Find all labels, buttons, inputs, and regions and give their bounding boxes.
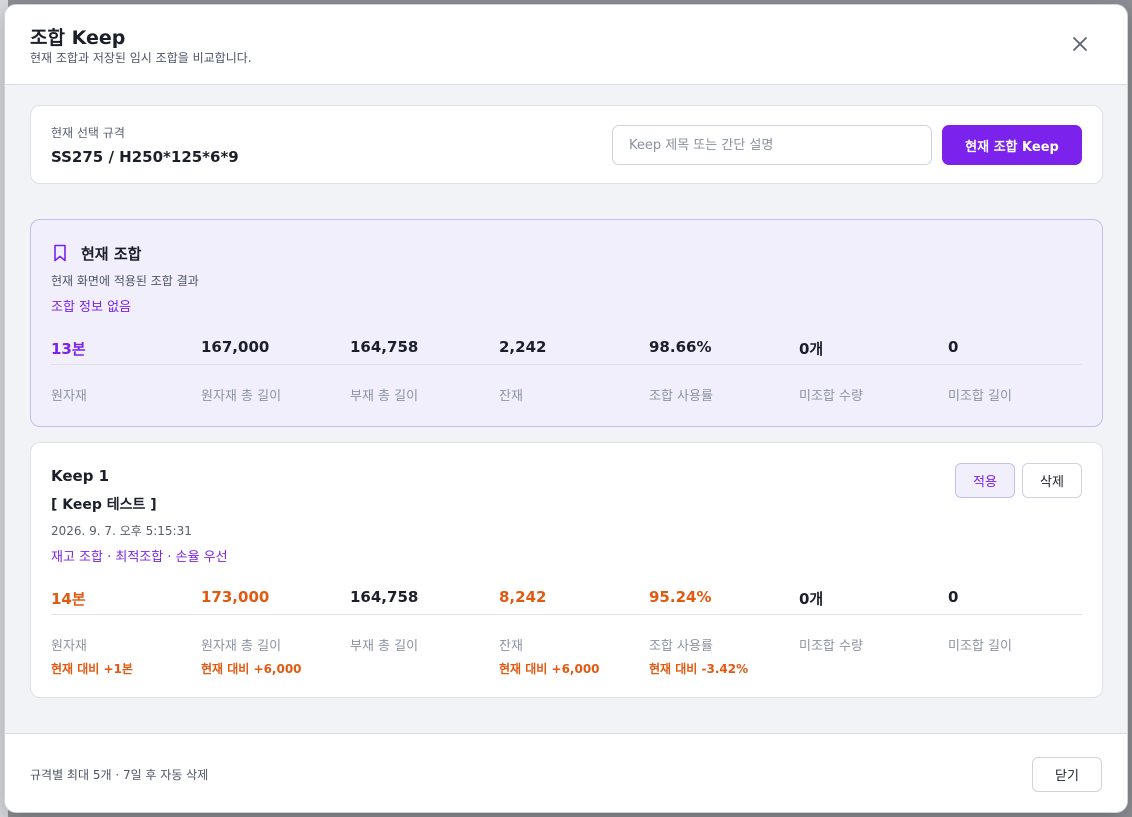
modal-header: 조합 Keep 현재 조합과 저장된 임시 조합을 비교합니다. xyxy=(5,5,1127,85)
stat-value: 98.66% xyxy=(649,338,712,356)
modal-footer: 규격별 최대 5개 · 7일 후 자동 삭제 닫기 xyxy=(5,733,1127,812)
stat-label: 부재 총 길이 xyxy=(350,389,419,404)
apply-button[interactable]: 적용 xyxy=(955,463,1015,498)
current-combination-card: 현재 조합 현재 화면에 적용된 조합 결과 조합 정보 없음 13본 167,… xyxy=(30,219,1103,427)
stat-label: 원자재 총 길이 xyxy=(201,389,282,404)
stat-value: 0개 xyxy=(799,340,824,358)
stat-label: 원자재 xyxy=(51,639,87,654)
stat-label: 잔재 xyxy=(499,389,523,404)
keep-stats-values: 14본 173,000 164,758 8,242 95.24% 0개 0 xyxy=(51,588,1082,610)
delete-button[interactable]: 삭제 xyxy=(1022,463,1082,498)
stat-value: 14본 xyxy=(51,590,86,608)
bookmark-icon xyxy=(54,244,66,262)
close-footer-button[interactable]: 닫기 xyxy=(1032,757,1102,792)
keep-stats-labels: 원자재 원자재 총 길이 부재 총 길이 잔재 조합 사용률 미조합 수량 미조… xyxy=(51,635,1082,654)
current-info: 조합 정보 없음 xyxy=(51,300,132,315)
current-stats-values: 13본 167,000 164,758 2,242 98.66% 0개 0 xyxy=(51,338,1082,360)
stat-label: 조합 사용률 xyxy=(649,639,713,654)
spec-label: 현재 선택 규격 xyxy=(51,126,125,140)
current-description: 현재 화면에 적용된 조합 결과 xyxy=(51,274,199,288)
stat-label: 미조합 수량 xyxy=(799,639,863,654)
stat-label: 부재 총 길이 xyxy=(350,639,419,654)
keep-card: Keep 1 [ Keep 테스트 ] 2026. 9. 7. 오후 5:15:… xyxy=(30,442,1103,698)
stat-diff: 현재 대비 -3.42% xyxy=(649,662,749,676)
stat-label: 미조합 길이 xyxy=(948,639,1012,654)
keep-memo: [ Keep 테스트 ] xyxy=(51,497,157,513)
modal-subtitle: 현재 조합과 저장된 임시 조합을 비교합니다. xyxy=(30,51,252,65)
stat-label: 미조합 수량 xyxy=(799,389,863,404)
stats-divider xyxy=(51,614,1082,615)
stat-diff: 현재 대비 +1본 xyxy=(51,662,133,676)
stat-value: 2,242 xyxy=(499,338,547,356)
stat-diff: 현재 대비 +6,000 xyxy=(201,662,302,676)
stat-value: 167,000 xyxy=(201,338,270,356)
stat-value: 164,758 xyxy=(350,588,419,606)
stat-label: 원자재 총 길이 xyxy=(201,639,282,654)
keep-modal: 조합 Keep 현재 조합과 저장된 임시 조합을 비교합니다. 현재 선택 규… xyxy=(4,4,1128,813)
stat-diff: 현재 대비 +6,000 xyxy=(499,662,600,676)
keep-current-button[interactable]: 현재 조합 Keep xyxy=(942,125,1082,165)
stat-value: 173,000 xyxy=(201,588,270,606)
stats-divider xyxy=(51,364,1082,365)
keep-title-input[interactable] xyxy=(612,125,932,165)
stat-label: 조합 사용률 xyxy=(649,389,713,404)
stat-label: 미조합 길이 xyxy=(948,389,1012,404)
modal-title: 조합 Keep xyxy=(30,27,126,49)
stat-label: 원자재 xyxy=(51,389,87,404)
stat-value: 164,758 xyxy=(350,338,419,356)
current-stats-labels: 원자재 원자재 총 길이 부재 총 길이 잔재 조합 사용률 미조합 수량 미조… xyxy=(51,385,1082,404)
stat-value: 0개 xyxy=(799,590,824,608)
keep-stats-diffs: 현재 대비 +1본 현재 대비 +6,000 현재 대비 +6,000 현재 대… xyxy=(51,660,1082,678)
footer-note: 규격별 최대 5개 · 7일 후 자동 삭제 xyxy=(30,768,209,782)
spec-value: SS275 / H250*125*6*9 xyxy=(51,148,239,166)
stat-value: 0 xyxy=(948,588,959,606)
stat-value: 0 xyxy=(948,338,959,356)
spec-card: 현재 선택 규격 SS275 / H250*125*6*9 현재 조합 Keep xyxy=(30,105,1103,184)
keep-name: Keep 1 xyxy=(51,467,110,485)
stat-value: 13본 xyxy=(51,340,86,358)
close-icon xyxy=(1073,37,1087,51)
keep-tags: 재고 조합 · 최적조합 · 손율 우선 xyxy=(51,550,228,565)
close-button[interactable] xyxy=(1069,33,1091,55)
stat-value: 95.24% xyxy=(649,588,712,606)
current-title: 현재 조합 xyxy=(81,245,142,263)
stat-label: 잔재 xyxy=(499,639,523,654)
keep-date: 2026. 9. 7. 오후 5:15:31 xyxy=(51,524,192,538)
stat-value: 8,242 xyxy=(499,588,547,606)
modal-body: 현재 선택 규격 SS275 / H250*125*6*9 현재 조합 Keep… xyxy=(5,85,1127,733)
